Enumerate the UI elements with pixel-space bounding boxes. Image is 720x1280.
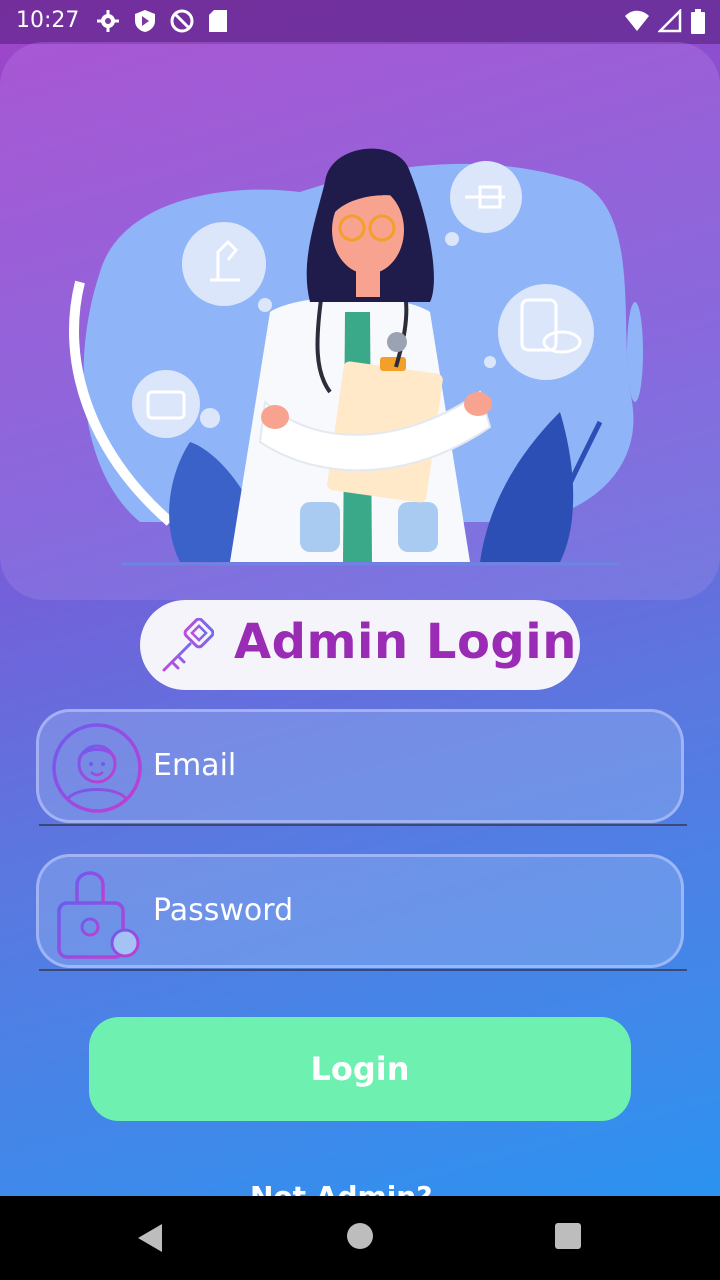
- lock-icon: [57, 871, 140, 965]
- status-notification-icons: [96, 9, 228, 33]
- gear-icon: [97, 10, 119, 32]
- back-icon[interactable]: [136, 1222, 166, 1254]
- password-placeholder: Password: [153, 893, 294, 928]
- password-field[interactable]: Password: [36, 854, 687, 971]
- hero-card: [0, 42, 720, 600]
- wifi-icon: [625, 10, 649, 31]
- password-underline: [39, 969, 687, 971]
- blocked-icon: [170, 9, 194, 33]
- not-admin-text: Not Admin?: [250, 1180, 432, 1196]
- recents-icon[interactable]: [554, 1222, 582, 1250]
- sd-card-icon: [209, 10, 227, 32]
- battery-icon: [691, 9, 705, 34]
- email-placeholder: Email: [153, 748, 237, 783]
- status-system-icons: [624, 9, 706, 35]
- email-underline: [39, 824, 687, 826]
- user-avatar-icon: [52, 723, 142, 813]
- doctor-illustration: [69, 148, 643, 566]
- navigation-bar: [0, 1196, 720, 1280]
- shield-icon: [135, 10, 155, 32]
- status-bar: 10:27: [0, 0, 720, 44]
- not-admin-link[interactable]: Not Admin?: [250, 1180, 550, 1196]
- title-pill: Admin Login: [140, 600, 580, 690]
- home-icon[interactable]: [346, 1222, 374, 1250]
- login-button[interactable]: Login: [89, 1017, 631, 1121]
- signal-icon: [658, 9, 682, 33]
- page-title: Admin Login: [234, 614, 577, 670]
- email-field[interactable]: Email: [36, 709, 687, 826]
- key-icon: [162, 618, 214, 672]
- status-time: 10:27: [16, 8, 80, 33]
